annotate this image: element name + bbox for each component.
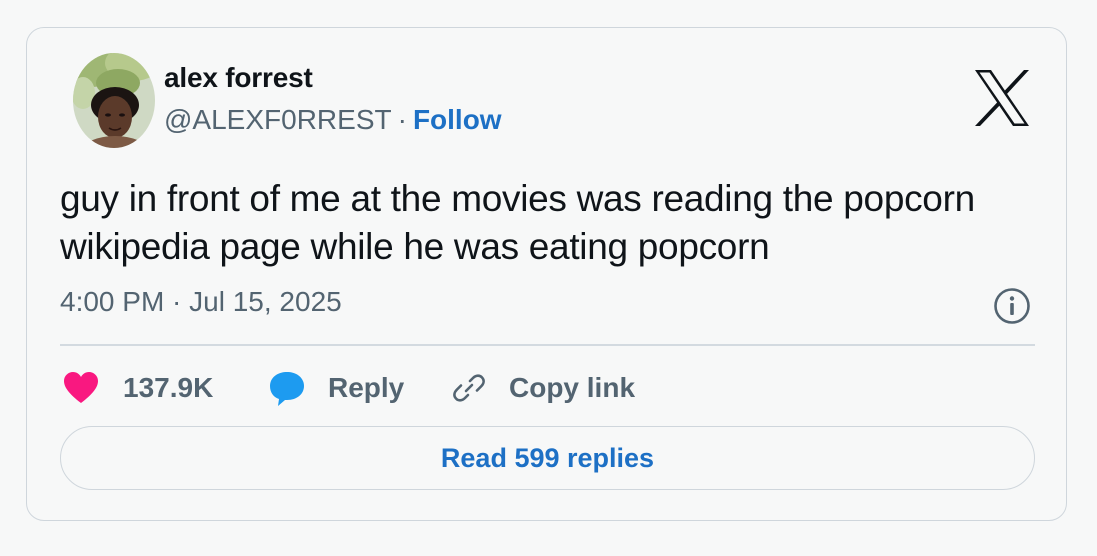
reply-button[interactable]: Reply [268,366,404,410]
avatar[interactable] [73,53,155,148]
avatar-photo [73,53,155,148]
action-bar: 137.9K Reply Copy link [63,366,763,410]
copy-link-label: Copy link [509,372,636,403]
author-display-name[interactable]: alex forrest [164,62,313,94]
author-handle[interactable]: @ALEXF0RREST [164,104,392,135]
like-button[interactable]: 137.9K [63,366,213,410]
x-logo-icon[interactable] [971,68,1033,128]
link-icon [453,374,485,402]
tweet-card: alex forrest @ALEXF0RREST · Follow guy in … [26,27,1067,521]
read-replies-button[interactable]: Read 599 replies [60,426,1035,490]
tweet-text: guy in front of me at the movies was rea… [60,178,975,267]
reply-label: Reply [328,372,405,403]
like-count: 137.9K [123,372,214,403]
divider [60,344,1035,346]
author-handle-row: @ALEXF0RREST · Follow [164,104,502,136]
heart-icon [64,372,98,403]
copy-link-button[interactable]: Copy link [451,366,635,410]
handle-separator: · [397,104,407,135]
tweet-timestamp[interactable]: 4:00 PM · Jul 15, 2025 [60,286,342,318]
info-icon[interactable] [993,287,1031,325]
follow-button[interactable]: Follow [413,104,502,135]
speech-bubble-icon [270,372,304,406]
